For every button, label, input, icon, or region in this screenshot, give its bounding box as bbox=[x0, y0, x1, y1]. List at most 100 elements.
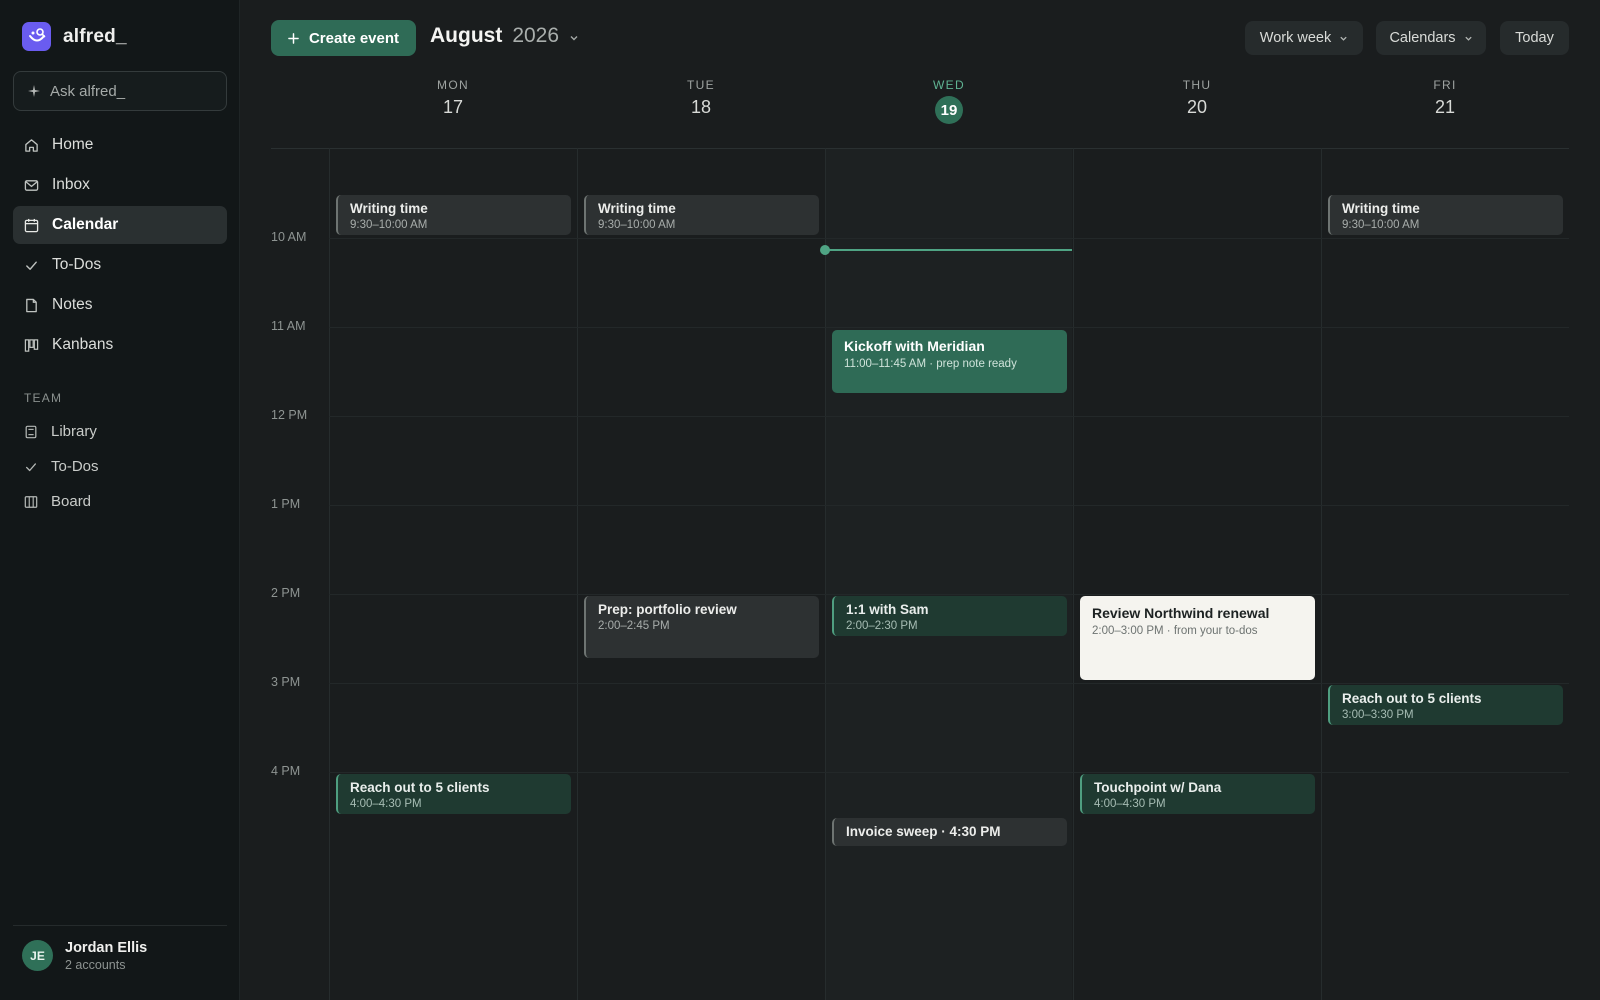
grid-column-divider bbox=[825, 148, 826, 1000]
event-title: Touchpoint w/ Dana bbox=[1094, 780, 1222, 795]
event-one-on-one-sam[interactable]: 1:1 with Sam 2:00–2:30 PM bbox=[832, 596, 1067, 636]
sidebar-item-calendar[interactable]: Calendar bbox=[13, 206, 227, 244]
sidebar-item-todos[interactable]: To-Dos bbox=[13, 246, 227, 284]
day-header-thu[interactable]: THU 20 bbox=[1073, 78, 1321, 118]
day-of-week: MON bbox=[437, 78, 469, 92]
sidebar-item-home[interactable]: Home bbox=[13, 126, 227, 164]
time-label: 2 PM bbox=[271, 586, 301, 600]
hour-gridline bbox=[329, 416, 1569, 417]
team-section-label: TEAM bbox=[24, 391, 63, 405]
sidebar-item-label: To-Dos bbox=[52, 256, 102, 273]
day-header-fri[interactable]: FRI 21 bbox=[1321, 78, 1569, 118]
event-touchpoint-dana[interactable]: Touchpoint w/ Dana 4:00–4:30 PM bbox=[1080, 774, 1315, 814]
event-writing-time-mon[interactable]: Writing time 9:30–10:00 AM bbox=[336, 195, 571, 235]
view-selector-label: Work week bbox=[1259, 30, 1332, 46]
today-button-label: Today bbox=[1515, 30, 1554, 46]
user-account[interactable]: JE Jordan Ellis 2 accounts bbox=[13, 925, 227, 985]
calendar-icon bbox=[24, 218, 39, 232]
year-label: 2026 bbox=[512, 24, 560, 47]
time-label: 3 PM bbox=[271, 675, 301, 689]
day-header-wed[interactable]: WED 19 bbox=[825, 78, 1073, 124]
main-nav: Home Inbox Calendar To-Dos Notes Kanbans bbox=[13, 126, 227, 366]
day-number: 21 bbox=[1434, 97, 1456, 117]
event-time: 3:00–3:30 PM bbox=[1342, 709, 1414, 721]
chevron-down-icon bbox=[1464, 36, 1472, 41]
day-of-week: TUE bbox=[687, 78, 715, 92]
team-item-label: To-Dos bbox=[51, 458, 99, 475]
event-title: Writing time bbox=[598, 201, 676, 216]
today-day-number: 19 bbox=[935, 96, 963, 124]
brand-name: alfred_ bbox=[63, 25, 127, 47]
event-review-northwind-renewal[interactable]: Review Northwind renewal 2:00–3:00 PM · … bbox=[1080, 596, 1315, 680]
create-event-button[interactable]: Create event bbox=[271, 20, 416, 56]
current-time-line bbox=[825, 249, 1072, 251]
sidebar-item-label: Inbox bbox=[52, 176, 90, 193]
month-label: August bbox=[430, 24, 503, 47]
sidebar-item-label: Home bbox=[52, 136, 94, 153]
event-writing-time-tue[interactable]: Writing time 9:30–10:00 AM bbox=[584, 195, 819, 235]
event-invoice-sweep[interactable]: Invoice sweep · 4:30 PM bbox=[832, 818, 1067, 846]
sidebar-item-notes[interactable]: Notes bbox=[13, 286, 227, 324]
sparkle-icon bbox=[28, 85, 40, 97]
event-time: 9:30–10:00 AM bbox=[1342, 219, 1420, 231]
team-item-todos[interactable]: To-Dos bbox=[13, 449, 227, 484]
event-prep-portfolio-review[interactable]: Prep: portfolio review 2:00–2:45 PM bbox=[584, 596, 819, 658]
team-item-label: Library bbox=[51, 423, 97, 440]
event-title: Writing time bbox=[350, 201, 428, 216]
day-header-tue[interactable]: TUE 18 bbox=[577, 78, 825, 118]
event-reach-out-clients-mon[interactable]: Reach out to 5 clients 4:00–4:30 PM bbox=[336, 774, 571, 814]
month-picker[interactable]: August 2026 bbox=[430, 24, 579, 48]
grid-column-divider bbox=[577, 148, 578, 1000]
event-time: 11:00–11:45 AM · prep note ready bbox=[844, 358, 1017, 370]
event-title: Reach out to 5 clients bbox=[1342, 691, 1482, 706]
event-time: 9:30–10:00 AM bbox=[350, 219, 428, 231]
time-label: 4 PM bbox=[271, 764, 301, 778]
sidebar-item-kanbans[interactable]: Kanbans bbox=[13, 326, 227, 364]
event-title: Writing time bbox=[1342, 201, 1420, 216]
event-time: 9:30–10:00 AM bbox=[598, 219, 676, 231]
calendars-selector-label: Calendars bbox=[1389, 30, 1456, 46]
kanban-icon bbox=[24, 338, 39, 352]
time-label: 12 PM bbox=[271, 408, 308, 422]
event-title: Invoice sweep · 4:30 PM bbox=[846, 824, 1001, 839]
day-number: 17 bbox=[442, 97, 464, 117]
sidebar-item-label: Calendar bbox=[52, 216, 119, 233]
hour-gridline bbox=[329, 327, 1569, 328]
event-title: Prep: portfolio review bbox=[598, 602, 737, 617]
user-name: Jordan Ellis bbox=[65, 939, 148, 956]
event-kickoff-meridian[interactable]: Kickoff with Meridian 11:00–11:45 AM · p… bbox=[832, 330, 1067, 393]
day-of-week: FRI bbox=[1433, 78, 1457, 92]
time-label: 1 PM bbox=[271, 497, 301, 511]
board-icon bbox=[24, 495, 38, 508]
note-icon bbox=[26, 298, 37, 312]
user-accounts-count: 2 accounts bbox=[65, 957, 126, 972]
grid-top-border bbox=[271, 148, 1569, 149]
check-icon bbox=[26, 261, 37, 270]
calendars-selector[interactable]: Calendars bbox=[1376, 21, 1486, 55]
view-selector[interactable]: Work week bbox=[1245, 21, 1363, 55]
alfred-logo-icon bbox=[22, 22, 51, 51]
ask-alfred-input[interactable]: Ask alfred_ bbox=[13, 71, 227, 111]
mail-icon bbox=[24, 179, 39, 191]
today-button[interactable]: Today bbox=[1500, 21, 1569, 55]
team-item-library[interactable]: Library bbox=[13, 414, 227, 449]
team-nav: Library To-Dos Board bbox=[13, 414, 227, 519]
day-header-mon[interactable]: MON 17 bbox=[329, 78, 577, 118]
grid-column-divider bbox=[1321, 148, 1322, 1000]
brand[interactable]: alfred_ bbox=[22, 22, 127, 51]
event-reach-out-clients-fri[interactable]: Reach out to 5 clients 3:00–3:30 PM bbox=[1328, 685, 1563, 725]
event-title: Review Northwind renewal bbox=[1092, 605, 1270, 621]
create-event-label: Create event bbox=[308, 29, 400, 47]
event-time: 2:00–3:00 PM · from your to-dos bbox=[1092, 625, 1258, 637]
current-time-dot bbox=[820, 245, 830, 255]
event-title: Kickoff with Meridian bbox=[844, 338, 985, 354]
sidebar-item-inbox[interactable]: Inbox bbox=[13, 166, 227, 204]
team-item-board[interactable]: Board bbox=[13, 484, 227, 519]
hour-gridline bbox=[329, 238, 1569, 239]
event-writing-time-fri[interactable]: Writing time 9:30–10:00 AM bbox=[1328, 195, 1563, 235]
today-column bbox=[825, 149, 1072, 1000]
day-of-week: THU bbox=[1182, 78, 1212, 92]
hour-gridline bbox=[329, 683, 1569, 684]
sidebar-item-label: Kanbans bbox=[52, 336, 114, 353]
check-icon bbox=[25, 462, 37, 471]
